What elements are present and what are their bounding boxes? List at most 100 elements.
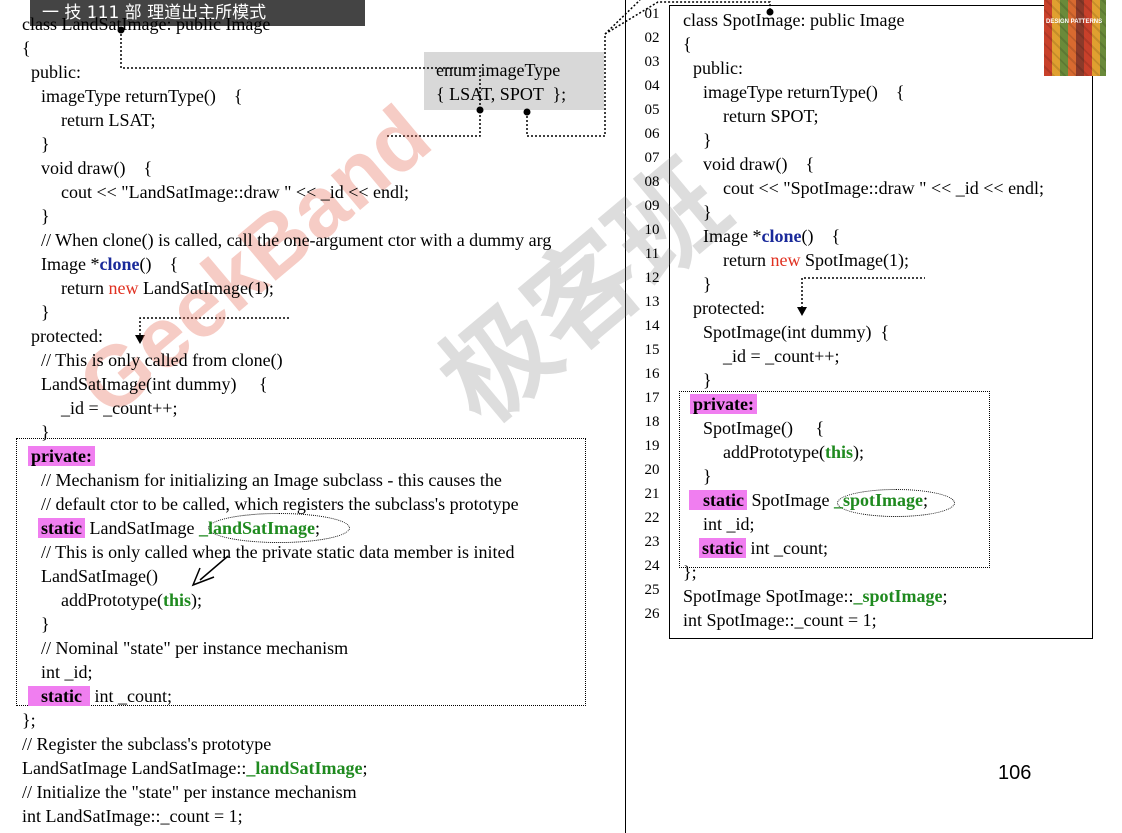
right-code-line: }	[703, 466, 712, 486]
landsat-static-member: _landSatImage	[246, 758, 363, 778]
book-cover-title: DESIGN PATTERNS	[1046, 19, 1103, 25]
line-number: 08	[644, 174, 660, 190]
left-code-line: }	[41, 422, 50, 442]
left-code-line: return new LandSatImage(1);	[61, 276, 274, 300]
right-code-line: cout << "SpotImage::draw " << _id << end…	[723, 178, 1045, 198]
right-code-line: SpotImage() {	[703, 418, 825, 438]
left-code-line: int _id;	[41, 662, 93, 682]
spot-static-member: _spotImage	[853, 586, 943, 606]
line-number: 03	[644, 54, 660, 70]
right-code-line: }	[703, 202, 712, 222]
left-code-line: _id = _count++;	[61, 398, 178, 418]
clone-keyword: clone	[761, 226, 802, 246]
line-number: 05	[644, 102, 660, 118]
line-number: 11	[644, 246, 660, 262]
code-text: return	[723, 250, 771, 270]
line-number: 14	[644, 318, 660, 334]
left-code-comment: // This is only called from clone()	[41, 350, 283, 370]
left-code-line: Image *clone() {	[41, 252, 178, 276]
line-number: 26	[644, 606, 660, 622]
left-code-comment: // When clone() is called, call the one-…	[41, 230, 552, 250]
right-code-line: }	[703, 370, 712, 390]
landsat-static-member: _landSatImage	[198, 518, 315, 538]
code-text: LandSatImage LandSatImage::	[22, 758, 247, 778]
left-code-comment: // default ctor to be called, which regi…	[41, 494, 519, 514]
left-code-comment: // This is only called when the private …	[41, 542, 515, 562]
left-code-line: LandSatImage(int dummy) {	[41, 374, 268, 394]
private-highlight: private:	[28, 446, 95, 466]
left-code-line: }	[41, 302, 50, 322]
code-text: SpotImage	[746, 490, 834, 510]
page-number: 106	[998, 762, 1032, 784]
right-code-line: return SPOT;	[723, 106, 819, 126]
left-code-line: cout << "LandSatImage::draw " << _id << …	[61, 182, 410, 202]
left-code-comment: // Register the subclass's prototype	[22, 734, 272, 754]
right-code-line: public:	[693, 58, 743, 78]
left-code-line: static int _count;	[28, 684, 172, 708]
code-text: int _count;	[745, 538, 828, 558]
code-text: int _count;	[89, 686, 172, 706]
right-code-line: class SpotImage: public Image	[683, 10, 905, 30]
right-code-line: addPrototype(this);	[723, 440, 864, 464]
code-text: ;	[314, 518, 320, 538]
left-code-line: };	[22, 710, 36, 730]
book-cover-image: DESIGN PATTERNS	[1044, 0, 1106, 76]
right-code-line: void draw() {	[703, 154, 815, 174]
this-keyword: this	[824, 442, 853, 462]
left-code-comment: // Nominal "state" per instance mechanis…	[41, 638, 349, 658]
right-code-line: protected:	[693, 298, 765, 318]
line-number: 02	[644, 30, 660, 46]
line-number: 19	[644, 438, 660, 454]
code-text: ;	[942, 586, 948, 606]
left-code-line: LandSatImage()	[41, 566, 158, 586]
left-code-line: {	[22, 38, 31, 58]
right-private-label: private:	[690, 392, 757, 416]
line-number: 15	[644, 342, 660, 358]
line-number: 13	[644, 294, 660, 310]
code-text: LandSatImage	[84, 518, 199, 538]
left-code-line: }	[41, 206, 50, 226]
line-number: 22	[644, 510, 660, 526]
code-text: );	[191, 590, 202, 610]
static-highlight: static	[689, 490, 747, 510]
right-code-line: imageType returnType() {	[703, 82, 905, 102]
code-text: SpotImage(1);	[800, 250, 909, 270]
left-code-line: protected:	[31, 326, 103, 346]
line-number: 09	[644, 198, 660, 214]
left-private-label: private:	[28, 444, 95, 468]
code-text: );	[853, 442, 864, 462]
left-code-line: static LandSatImage _landSatImage;	[38, 516, 320, 540]
line-number: 18	[644, 414, 660, 430]
line-number: 16	[644, 366, 660, 382]
right-code-line: SpotImage SpotImage::_spotImage;	[683, 584, 948, 608]
code-text: addPrototype(	[723, 442, 825, 462]
code-text: addPrototype(	[61, 590, 163, 610]
right-code-line: };	[683, 562, 697, 582]
line-number: 24	[644, 558, 660, 574]
code-text: Image *	[41, 254, 100, 274]
left-code-line: addPrototype(this);	[61, 588, 202, 612]
clone-keyword: clone	[99, 254, 140, 274]
right-code-line: SpotImage(int dummy) {	[703, 322, 890, 342]
line-number: 07	[644, 150, 660, 166]
left-code-comment: // Mechanism for initializing an Image s…	[41, 470, 502, 490]
code-text: () {	[801, 226, 841, 246]
line-number: 10	[644, 222, 660, 238]
left-code-line: class LandSatImage: public Image	[22, 14, 271, 34]
private-highlight: private:	[690, 394, 757, 414]
right-code-line: Image *clone() {	[703, 224, 840, 248]
right-code-line: static int _count;	[699, 536, 828, 560]
new-keyword: new	[770, 250, 801, 270]
line-number: 23	[644, 534, 660, 550]
line-number: 17	[644, 390, 660, 406]
right-code-line: return new SpotImage(1);	[723, 248, 909, 272]
right-code-line: int SpotImage::_count = 1;	[683, 610, 877, 630]
code-text: ;	[362, 758, 368, 778]
left-code-line: public:	[31, 62, 81, 82]
new-keyword: new	[108, 278, 139, 298]
line-number: 21	[644, 486, 660, 502]
static-highlight: static	[28, 686, 90, 706]
left-code-line: LandSatImage LandSatImage::_landSatImage…	[22, 756, 367, 780]
line-number: 12	[644, 270, 660, 286]
line-number: 20	[644, 462, 660, 478]
